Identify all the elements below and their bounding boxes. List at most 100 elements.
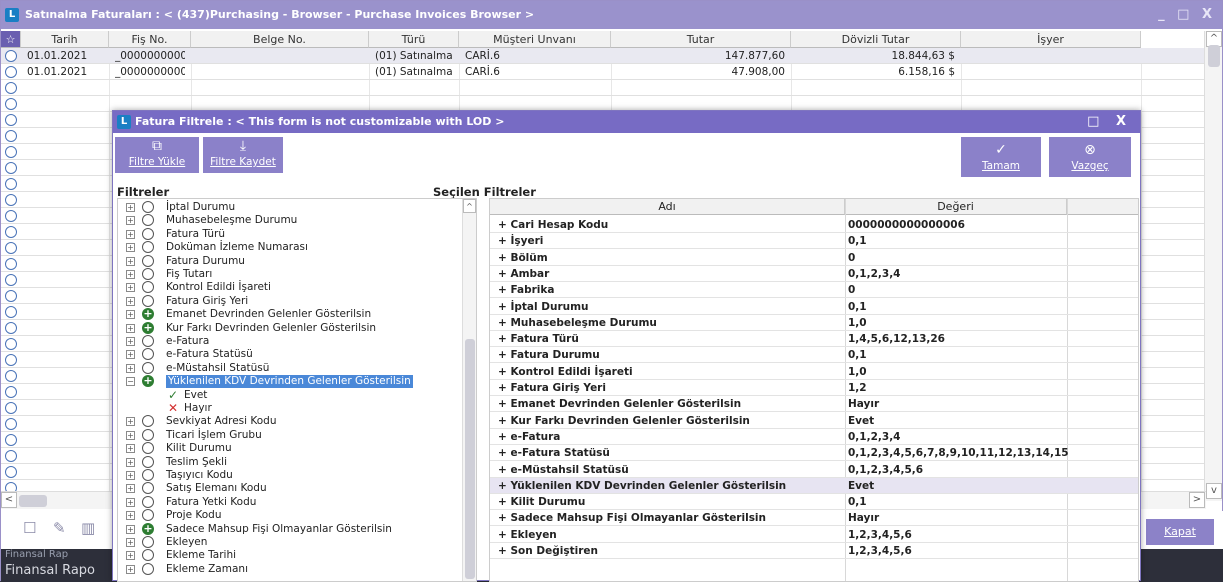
row-select-radio[interactable] <box>5 82 17 94</box>
selected-filter-row[interactable]: + Fatura Türü 1,4,5,6,12,13,26 <box>490 331 1138 348</box>
selected-filter-row[interactable]: + Ekleyen 1,2,3,4,5,6 <box>490 527 1138 543</box>
selected-filter-row[interactable]: + Emanet Devrinden Gelenler Gösterilsin H… <box>490 396 1138 413</box>
expand-icon[interactable]: + <box>126 444 135 454</box>
expand-plus-icon[interactable]: + <box>498 366 510 378</box>
tree-node[interactable]: + Proje Kodu <box>122 509 462 522</box>
table-row[interactable]: 01.01.2021 _00000000000007 (01) Satınalma … <box>1 64 1206 80</box>
tree-node[interactable]: + e-Fatura <box>122 335 462 348</box>
expand-plus-icon[interactable]: + <box>498 301 510 313</box>
scroll-right-arrow-icon[interactable]: > <box>1189 492 1205 508</box>
row-select-radio[interactable] <box>5 402 17 414</box>
selected-filter-row[interactable]: + Ambar 0,1,2,3,4 <box>490 266 1138 282</box>
collapse-icon[interactable]: − <box>126 377 135 387</box>
tree-node[interactable]: + Fiş Tutarı <box>122 268 462 281</box>
row-select-radio[interactable] <box>5 226 17 238</box>
tree-scrollbar[interactable]: ^ <box>462 199 476 581</box>
expand-plus-icon[interactable]: + <box>498 252 510 264</box>
row-select-radio[interactable] <box>5 434 17 446</box>
selected-filter-row[interactable]: + Fatura Durumu 0,1 <box>490 347 1138 364</box>
row-select-radio[interactable] <box>5 242 17 254</box>
filter-empty-circle-icon[interactable] <box>142 241 154 254</box>
selected-filter-row[interactable]: + e-Fatura Statüsü 0,1,2,3,4,5,6,7,8,9,10… <box>490 445 1138 462</box>
expand-icon[interactable]: + <box>126 363 135 373</box>
expand-plus-icon[interactable]: + <box>498 317 510 329</box>
grid-vertical-scroll-thumb[interactable] <box>1208 45 1220 67</box>
tree-scroll-thumb[interactable] <box>465 339 475 579</box>
table-row[interactable] <box>1 80 1206 96</box>
expand-icon[interactable]: + <box>126 203 135 212</box>
tree-node[interactable]: + + Sadece Mahsup Fişi Olmayanlar Gösteril… <box>122 522 462 536</box>
close-button[interactable]: Kapat <box>1146 519 1214 545</box>
expand-plus-icon[interactable]: + <box>498 464 510 476</box>
selected-filter-row[interactable]: + Fatura Giriş Yeri 1,2 <box>490 380 1138 396</box>
filter-empty-circle-icon[interactable] <box>142 509 154 522</box>
taskbar-item[interactable]: Finansal Rap <box>5 549 68 560</box>
expand-icon[interactable]: + <box>126 471 135 480</box>
selected-filter-row[interactable]: + İptal Durumu 0,1 <box>490 299 1138 315</box>
expand-icon[interactable]: + <box>126 538 135 547</box>
ok-button[interactable]: ✓ Tamam <box>961 137 1041 177</box>
tree-node[interactable]: + Kilit Durumu <box>122 442 462 455</box>
scroll-down-arrow-icon[interactable]: v <box>1206 483 1222 499</box>
selected-filter-row[interactable]: + Kontrol Edildi İşareti 1,0 <box>490 364 1138 380</box>
save-filter-button[interactable]: ⤓ Filtre Kaydet <box>203 137 283 173</box>
filter-empty-circle-icon[interactable] <box>142 428 154 441</box>
filter-empty-circle-icon[interactable] <box>142 281 154 294</box>
expand-plus-icon[interactable]: + <box>498 284 510 296</box>
row-select-radio[interactable] <box>5 162 17 174</box>
row-select-radio[interactable] <box>5 354 17 366</box>
selected-filter-row[interactable]: + İşyeri 0,1 <box>490 233 1138 250</box>
tree-node[interactable]: + Teslim Şekli <box>122 455 462 469</box>
expand-icon[interactable]: + <box>126 229 135 239</box>
filter-empty-circle-icon[interactable] <box>142 415 154 428</box>
scroll-up-arrow-icon[interactable]: ^ <box>463 199 476 213</box>
expand-icon[interactable]: + <box>126 243 135 253</box>
expand-icon[interactable]: + <box>126 270 135 279</box>
row-select-radio[interactable] <box>5 178 17 190</box>
expand-icon[interactable]: + <box>126 430 135 440</box>
filter-empty-circle-icon[interactable] <box>142 214 154 227</box>
filter-active-plus-icon[interactable]: + <box>142 522 154 535</box>
expand-plus-icon[interactable]: + <box>498 268 510 280</box>
expand-plus-icon[interactable]: + <box>498 219 510 231</box>
tree-node[interactable]: + İptal Durumu <box>122 201 462 214</box>
tree-node[interactable]: + Fatura Durumu <box>122 254 462 268</box>
column-header[interactable]: Türü <box>369 31 459 48</box>
filter-empty-circle-icon[interactable] <box>142 254 154 267</box>
expand-icon[interactable]: + <box>126 337 135 346</box>
column-header[interactable]: Dövizli Tutar <box>791 31 961 48</box>
expand-plus-icon[interactable]: + <box>498 333 510 345</box>
column-header-name[interactable]: Adı <box>490 199 845 215</box>
filter-empty-circle-icon[interactable] <box>142 361 154 374</box>
filter-empty-circle-icon[interactable] <box>142 442 154 455</box>
expand-icon[interactable]: + <box>126 511 135 521</box>
expand-icon[interactable]: + <box>126 457 135 467</box>
column-header[interactable]: Belge No. <box>191 31 369 48</box>
row-select-radio[interactable] <box>5 338 17 350</box>
row-select-radio[interactable] <box>5 370 17 382</box>
selected-filter-row[interactable]: + Sadece Mahsup Fişi Olmayanlar Gösteril… <box>490 510 1138 527</box>
row-select-radio[interactable] <box>5 466 17 478</box>
expand-icon[interactable]: + <box>126 417 135 427</box>
expand-plus-icon[interactable]: + <box>498 349 510 361</box>
tree-node[interactable]: + Kontrol Edildi İşareti <box>122 281 462 294</box>
tree-node[interactable]: + Fatura Giriş Yeri <box>122 294 462 308</box>
selected-filter-row[interactable]: + e-Müstahsil Statüsü 0,1,2,3,4,5,6 <box>490 462 1138 478</box>
tree-node[interactable]: + Ekleme Tarihi <box>122 549 462 562</box>
dialog-window-controls[interactable]: □ X <box>1087 111 1132 133</box>
row-select-radio[interactable] <box>5 114 17 126</box>
tree-node[interactable]: + Doküman İzleme Numarası <box>122 241 462 254</box>
row-select-radio[interactable] <box>5 130 17 142</box>
row-select-radio[interactable] <box>5 322 17 334</box>
filter-empty-circle-icon[interactable] <box>142 348 154 361</box>
expand-icon[interactable]: + <box>126 283 135 293</box>
edit-document-icon[interactable]: ✎ <box>53 519 69 537</box>
selected-filter-row[interactable]: + Kur Farkı Devrinden Gelenler Gösterils… <box>490 413 1138 429</box>
selected-filter-row[interactable]: + Son Değiştiren 1,2,3,4,5,6 <box>490 543 1138 559</box>
row-select-radio[interactable] <box>5 418 17 430</box>
selected-filter-row[interactable]: + e-Fatura 0,1,2,3,4 <box>490 429 1138 445</box>
row-select-radio[interactable] <box>5 50 17 62</box>
expand-icon[interactable]: + <box>126 310 135 320</box>
filter-empty-circle-icon[interactable] <box>142 294 154 307</box>
browser-window-controls[interactable]: _ □ X <box>1158 1 1216 29</box>
